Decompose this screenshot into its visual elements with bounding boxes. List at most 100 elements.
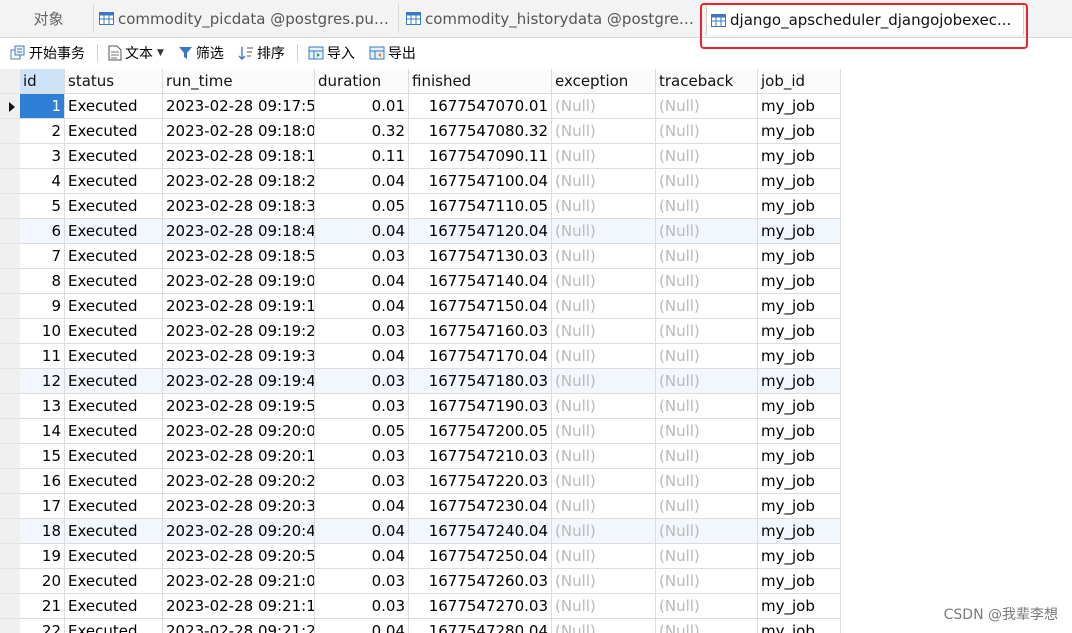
cell-exception[interactable]: (Null) <box>552 619 656 633</box>
cell-job-id[interactable]: my_job <box>758 619 841 633</box>
cell-status[interactable]: Executed <box>65 319 163 344</box>
table-row[interactable]: 7 Executed 2023-02-28 09:18:50 0.03 16775471… <box>20 244 841 269</box>
cell-duration[interactable]: 0.03 <box>315 244 409 269</box>
cell-traceback[interactable]: (Null) <box>656 444 758 469</box>
cell-job-id[interactable]: my_job <box>758 344 841 369</box>
cell-status[interactable]: Executed <box>65 544 163 569</box>
cell-duration[interactable]: 0.03 <box>315 444 409 469</box>
cell-duration[interactable]: 0.05 <box>315 419 409 444</box>
sort-button[interactable]: 排序 <box>234 40 289 66</box>
row-header[interactable] <box>0 494 20 519</box>
cell-run-time[interactable]: 2023-02-28 09:20:30 <box>163 494 315 519</box>
row-header[interactable] <box>0 119 20 144</box>
cell-exception[interactable]: (Null) <box>552 344 656 369</box>
cell-exception[interactable]: (Null) <box>552 444 656 469</box>
row-header[interactable] <box>0 244 20 269</box>
cell-run-time[interactable]: 2023-02-28 09:19:00 <box>163 269 315 294</box>
cell-duration[interactable]: 0.03 <box>315 394 409 419</box>
cell-status[interactable]: Executed <box>65 444 163 469</box>
cell-job-id[interactable]: my_job <box>758 94 841 119</box>
cell-traceback[interactable]: (Null) <box>656 419 758 444</box>
cell-duration[interactable]: 0.03 <box>315 594 409 619</box>
cell-finished[interactable]: 1677547070.01 <box>409 94 552 119</box>
cell-finished[interactable]: 1677547140.04 <box>409 269 552 294</box>
tab-objects[interactable]: 对象 <box>0 4 94 33</box>
cell-finished[interactable]: 1677547180.03 <box>409 369 552 394</box>
row-header[interactable] <box>0 569 20 594</box>
table-row[interactable]: 20 Executed 2023-02-28 09:21:00 0.03 1677547… <box>20 569 841 594</box>
cell-duration[interactable]: 0.04 <box>315 169 409 194</box>
cell-job-id[interactable]: my_job <box>758 594 841 619</box>
row-header[interactable] <box>0 619 20 633</box>
table-row[interactable]: 18 Executed 2023-02-28 09:20:40 0.04 1677547… <box>20 519 841 544</box>
cell-finished[interactable]: 1677547250.04 <box>409 544 552 569</box>
cell-status[interactable]: Executed <box>65 469 163 494</box>
row-header[interactable] <box>0 469 20 494</box>
cell-run-time[interactable]: 2023-02-28 09:18:50 <box>163 244 315 269</box>
filter-button[interactable]: 筛选 <box>174 40 228 66</box>
cell-status[interactable]: Executed <box>65 94 163 119</box>
row-header[interactable] <box>0 394 20 419</box>
row-header[interactable] <box>0 219 20 244</box>
cell-id[interactable]: 21 <box>20 594 65 619</box>
cell-id[interactable]: 17 <box>20 494 65 519</box>
cell-exception[interactable]: (Null) <box>552 219 656 244</box>
row-header[interactable] <box>0 294 20 319</box>
table-row[interactable]: 21 Executed 2023-02-28 09:21:10 0.03 1677547… <box>20 594 841 619</box>
cell-exception[interactable]: (Null) <box>552 269 656 294</box>
cell-exception[interactable]: (Null) <box>552 369 656 394</box>
cell-status[interactable]: Executed <box>65 219 163 244</box>
cell-run-time[interactable]: 2023-02-28 09:18:40 <box>163 219 315 244</box>
table-row[interactable]: 10 Executed 2023-02-28 09:19:20 0.03 1677547… <box>20 319 841 344</box>
cell-finished[interactable]: 1677547240.04 <box>409 519 552 544</box>
table-row[interactable]: 17 Executed 2023-02-28 09:20:30 0.04 1677547… <box>20 494 841 519</box>
column-header-id[interactable]: id <box>20 69 65 94</box>
cell-job-id[interactable]: my_job <box>758 544 841 569</box>
cell-traceback[interactable]: (Null) <box>656 219 758 244</box>
table-row[interactable]: 11 Executed 2023-02-28 09:19:30 0.04 1677547… <box>20 344 841 369</box>
table-row[interactable]: 22 Executed 2023-02-28 09:21:20 0.04 1677547… <box>20 619 841 633</box>
cell-id[interactable]: 7 <box>20 244 65 269</box>
cell-status[interactable]: Executed <box>65 419 163 444</box>
cell-job-id[interactable]: my_job <box>758 569 841 594</box>
cell-job-id[interactable]: my_job <box>758 144 841 169</box>
cell-exception[interactable]: (Null) <box>552 169 656 194</box>
cell-traceback[interactable]: (Null) <box>656 344 758 369</box>
cell-traceback[interactable]: (Null) <box>656 119 758 144</box>
cell-run-time[interactable]: 2023-02-28 09:20:50 <box>163 544 315 569</box>
cell-status[interactable]: Executed <box>65 194 163 219</box>
cell-duration[interactable]: 0.04 <box>315 219 409 244</box>
cell-finished[interactable]: 1677547110.05 <box>409 194 552 219</box>
column-header-traceback[interactable]: traceback <box>656 69 758 94</box>
cell-traceback[interactable]: (Null) <box>656 244 758 269</box>
cell-id[interactable]: 9 <box>20 294 65 319</box>
cell-finished[interactable]: 1677547150.04 <box>409 294 552 319</box>
row-header[interactable] <box>0 369 20 394</box>
cell-traceback[interactable]: (Null) <box>656 144 758 169</box>
tab-commodity-picdata[interactable]: commodity_picdata @postgres.publ... <box>95 4 399 33</box>
cell-status[interactable]: Executed <box>65 519 163 544</box>
cell-exception[interactable]: (Null) <box>552 294 656 319</box>
cell-finished[interactable]: 1677547260.03 <box>409 569 552 594</box>
cell-status[interactable]: Executed <box>65 344 163 369</box>
cell-finished[interactable]: 1677547100.04 <box>409 169 552 194</box>
row-header[interactable] <box>0 269 20 294</box>
row-header[interactable] <box>0 344 20 369</box>
cell-finished[interactable]: 1677547200.05 <box>409 419 552 444</box>
cell-duration[interactable]: 0.03 <box>315 369 409 394</box>
cell-id[interactable]: 22 <box>20 619 65 633</box>
cell-traceback[interactable]: (Null) <box>656 569 758 594</box>
cell-run-time[interactable]: 2023-02-28 09:19:10 <box>163 294 315 319</box>
table-row[interactable]: 19 Executed 2023-02-28 09:20:50 0.04 1677547… <box>20 544 841 569</box>
cell-finished[interactable]: 1677547190.03 <box>409 394 552 419</box>
cell-finished[interactable]: 1677547220.03 <box>409 469 552 494</box>
cell-duration[interactable]: 0.04 <box>315 619 409 633</box>
cell-duration[interactable]: 0.04 <box>315 494 409 519</box>
row-header[interactable] <box>0 544 20 569</box>
cell-duration[interactable]: 0.03 <box>315 569 409 594</box>
cell-status[interactable]: Executed <box>65 119 163 144</box>
table-row[interactable]: 2 Executed 2023-02-28 09:18:00 0.32 16775470… <box>20 119 841 144</box>
cell-exception[interactable]: (Null) <box>552 494 656 519</box>
tab-commodity-historydata[interactable]: commodity_historydata @postgres.... <box>402 4 702 33</box>
table-row[interactable]: 14 Executed 2023-02-28 09:20:00 0.05 1677547… <box>20 419 841 444</box>
